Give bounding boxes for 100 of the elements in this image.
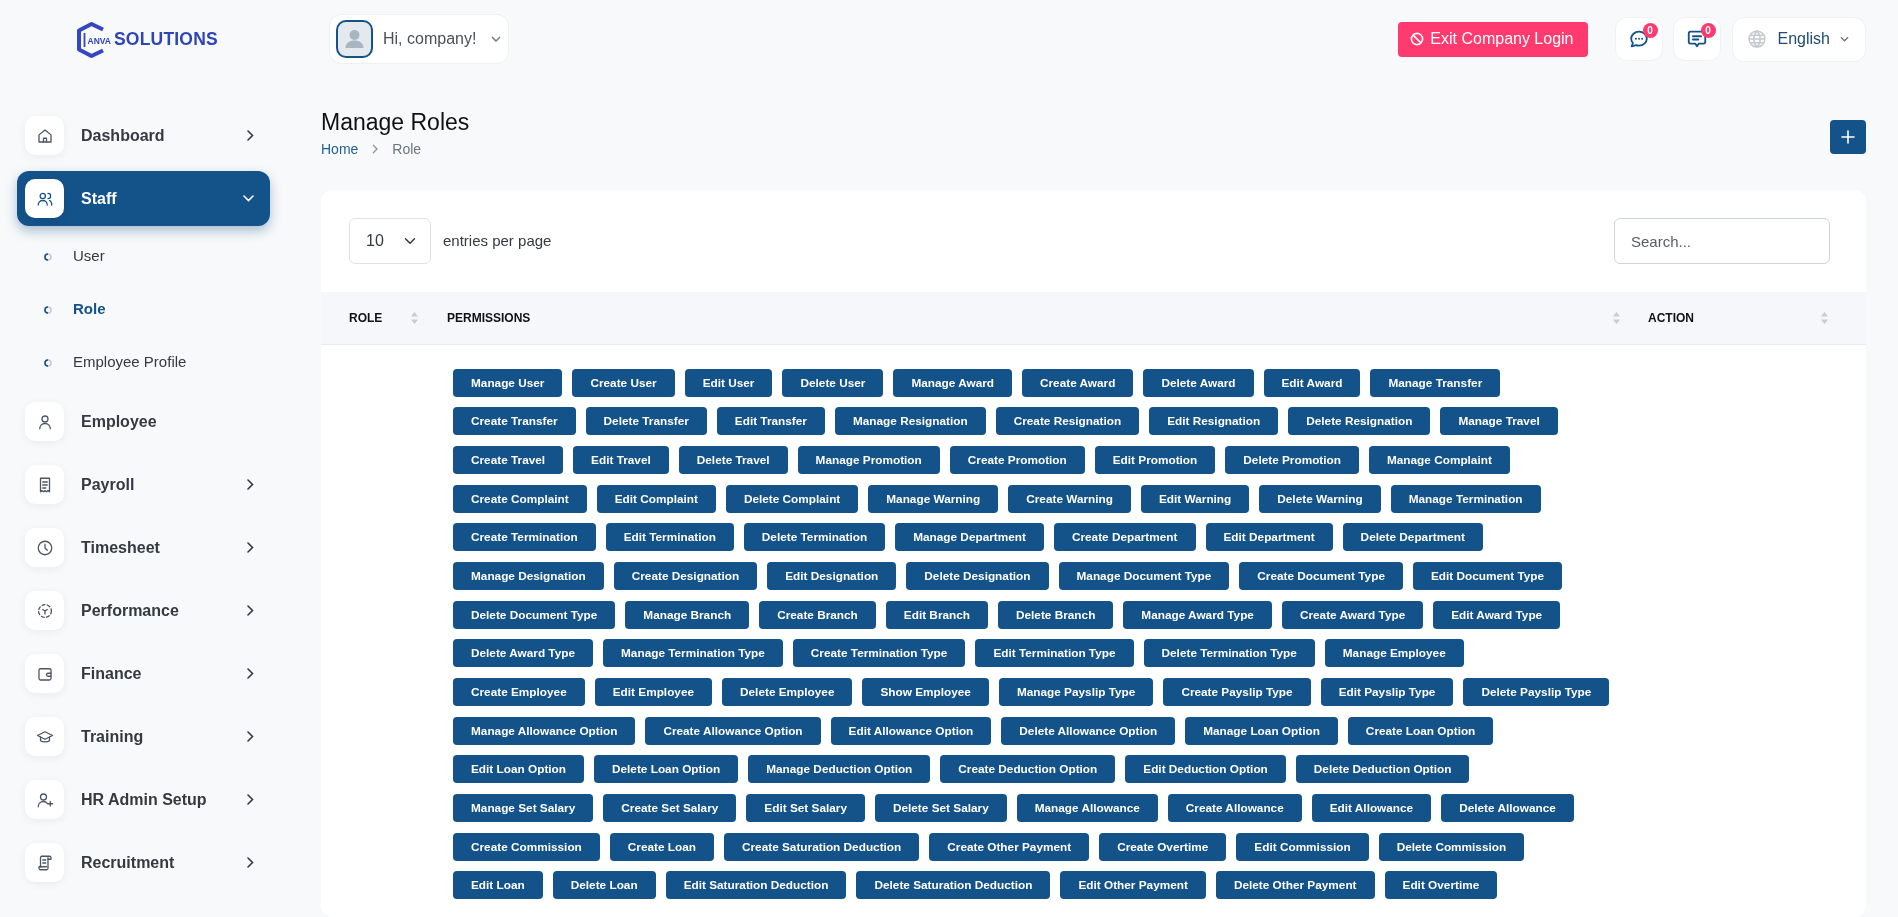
permission-tag: Manage Complaint (1368, 445, 1510, 474)
permission-tag: Edit Saturation Deduction (665, 871, 847, 900)
column-header[interactable]: ACTION (1628, 292, 1866, 344)
column-header[interactable]: ROLE (321, 292, 427, 344)
permission-tag: Edit Employee (594, 678, 713, 706)
permission-tag: Create Branch (759, 600, 876, 629)
user-menu[interactable]: Hi, company! (329, 14, 510, 64)
sidebar-item[interactable]: Finance (17, 646, 270, 701)
permission-tag: Delete Travel (678, 445, 788, 474)
permission-tag: Edit Set Salary (746, 794, 865, 823)
globe-icon (1746, 29, 1767, 49)
permission-tag: Edit Award Type (1433, 600, 1561, 629)
permission-tag: Create Loan Option (1347, 716, 1494, 745)
permission-tag: Edit Termination (605, 523, 734, 552)
permission-tag: Show Employee (862, 678, 989, 706)
permission-tag: Edit Allowance Option (830, 716, 992, 745)
logo-text: SOLUTIONS (114, 31, 218, 49)
permission-tag: Delete Complaint (725, 484, 859, 513)
permission-tag: Edit Other Payment (1060, 871, 1206, 900)
breadcrumb-link[interactable]: Home (321, 139, 359, 159)
chevron-down-icon (491, 36, 502, 42)
sidebar-item[interactable]: Recruitment (17, 835, 270, 890)
users-icon (25, 179, 64, 218)
bullet-icon (44, 252, 52, 261)
permission-tag: Manage Loan Option (1185, 716, 1338, 745)
permission-tag: Edit Commission (1236, 832, 1369, 861)
permission-tag: Delete Award (1143, 368, 1254, 397)
language-dropdown[interactable]: English (1731, 16, 1866, 62)
permission-tag: Create Deduction Option (940, 755, 1116, 784)
sidebar-subitem[interactable]: Employee Profile (17, 336, 270, 389)
permission-tag: Edit Overtime (1384, 871, 1498, 900)
permission-tag: Delete Branch (998, 600, 1114, 629)
permission-tag: Delete Department (1342, 523, 1483, 552)
permission-tag: Create Saturation Deduction (724, 832, 920, 861)
bullet-icon (44, 358, 52, 367)
sidebar-item[interactable]: Dashboard (17, 108, 270, 163)
permission-tag: Create User (572, 368, 675, 397)
permission-tag: Create Allowance (1167, 794, 1302, 823)
permission-tag: Manage Termination Type (603, 639, 783, 668)
permission-tag: Edit Loan Option (453, 755, 584, 784)
permission-tag: Delete Commission (1378, 832, 1525, 861)
permission-tag: Create Payslip Type (1163, 678, 1311, 706)
permission-tag: Create Warning (1008, 484, 1131, 513)
permission-tag: Edit Award (1263, 368, 1361, 397)
sort-icon[interactable] (1821, 310, 1828, 325)
permission-tag: Create Other Payment (929, 832, 1090, 861)
permission-tag: Delete Termination Type (1143, 639, 1315, 668)
permission-tag: Edit Document Type (1412, 561, 1563, 590)
permission-tag: Create Department (1053, 523, 1196, 552)
sidebar-item[interactable]: HR Admin Setup (17, 772, 270, 827)
search-field[interactable]: Search... (1614, 218, 1830, 264)
logo-mark: ANVA (76, 22, 114, 58)
ban-icon (1410, 32, 1425, 46)
permission-tag: Manage Department (895, 523, 1044, 552)
permission-tag: Manage Allowance Option (453, 716, 636, 745)
permission-tag: Edit Warning (1140, 484, 1250, 513)
permission-tag: Edit Complaint (596, 484, 716, 513)
permission-tag: Manage Deduction Option (748, 755, 931, 784)
add-button[interactable] (1830, 119, 1866, 154)
permission-tag: Edit Payslip Type (1320, 678, 1454, 706)
permission-tag: Manage Document Type (1058, 561, 1230, 590)
chevron-down-icon (1840, 36, 1849, 42)
user-icon (25, 402, 64, 441)
permission-tag: Manage Termination (1390, 484, 1541, 513)
permission-tag: Create Loan (609, 832, 714, 861)
permission-tag: Edit Designation (767, 561, 897, 590)
sort-icon[interactable] (411, 310, 418, 325)
permission-tag: Delete Resignation (1288, 407, 1431, 436)
user-plus-icon (25, 780, 64, 819)
sidebar-subitem[interactable]: Role (17, 283, 270, 336)
permission-tag: Delete Document Type (453, 600, 616, 629)
sidebar-item[interactable]: Payroll (17, 457, 270, 512)
permission-tag: Delete Transfer (585, 407, 707, 436)
sidebar-item[interactable]: Employee (17, 394, 270, 449)
permission-tag: Manage Designation (453, 561, 604, 590)
sidebar-item[interactable]: Timesheet (17, 520, 270, 575)
sidebar-item[interactable]: Staff (17, 171, 270, 226)
permission-tag: Delete Allowance Option (1001, 716, 1176, 745)
permission-tag: Delete Deduction Option (1295, 755, 1470, 784)
permission-tag: Delete Loan Option (594, 755, 739, 784)
sidebar-item[interactable]: Training (17, 709, 270, 764)
permission-tag: Edit Allowance (1311, 794, 1432, 823)
wallet-icon (25, 654, 64, 693)
permission-tag: Delete Other Payment (1215, 871, 1375, 900)
sidebar-subitem[interactable]: User (17, 230, 270, 283)
sort-icon[interactable] (1613, 310, 1620, 325)
graduation-cap-icon (25, 717, 64, 756)
permission-tag: Edit Resignation (1149, 407, 1279, 436)
permission-tag: Delete Set Salary (874, 794, 1007, 823)
column-header[interactable]: PERMISSIONS (427, 292, 1628, 344)
permission-tag: Create Allowance Option (645, 716, 821, 745)
receipt-icon (25, 465, 64, 504)
sidebar-item[interactable]: Performance (17, 583, 270, 638)
permission-tag: Edit Transfer (716, 407, 825, 436)
permission-tag: Delete Allowance (1441, 794, 1574, 823)
permission-tag: Manage Promotion (797, 445, 940, 474)
permission-tag: Manage Employee (1324, 639, 1464, 668)
entries-select[interactable]: 10 (349, 218, 431, 264)
permission-tag: Manage Resignation (834, 407, 986, 436)
permission-tag: Create Travel (453, 445, 564, 474)
